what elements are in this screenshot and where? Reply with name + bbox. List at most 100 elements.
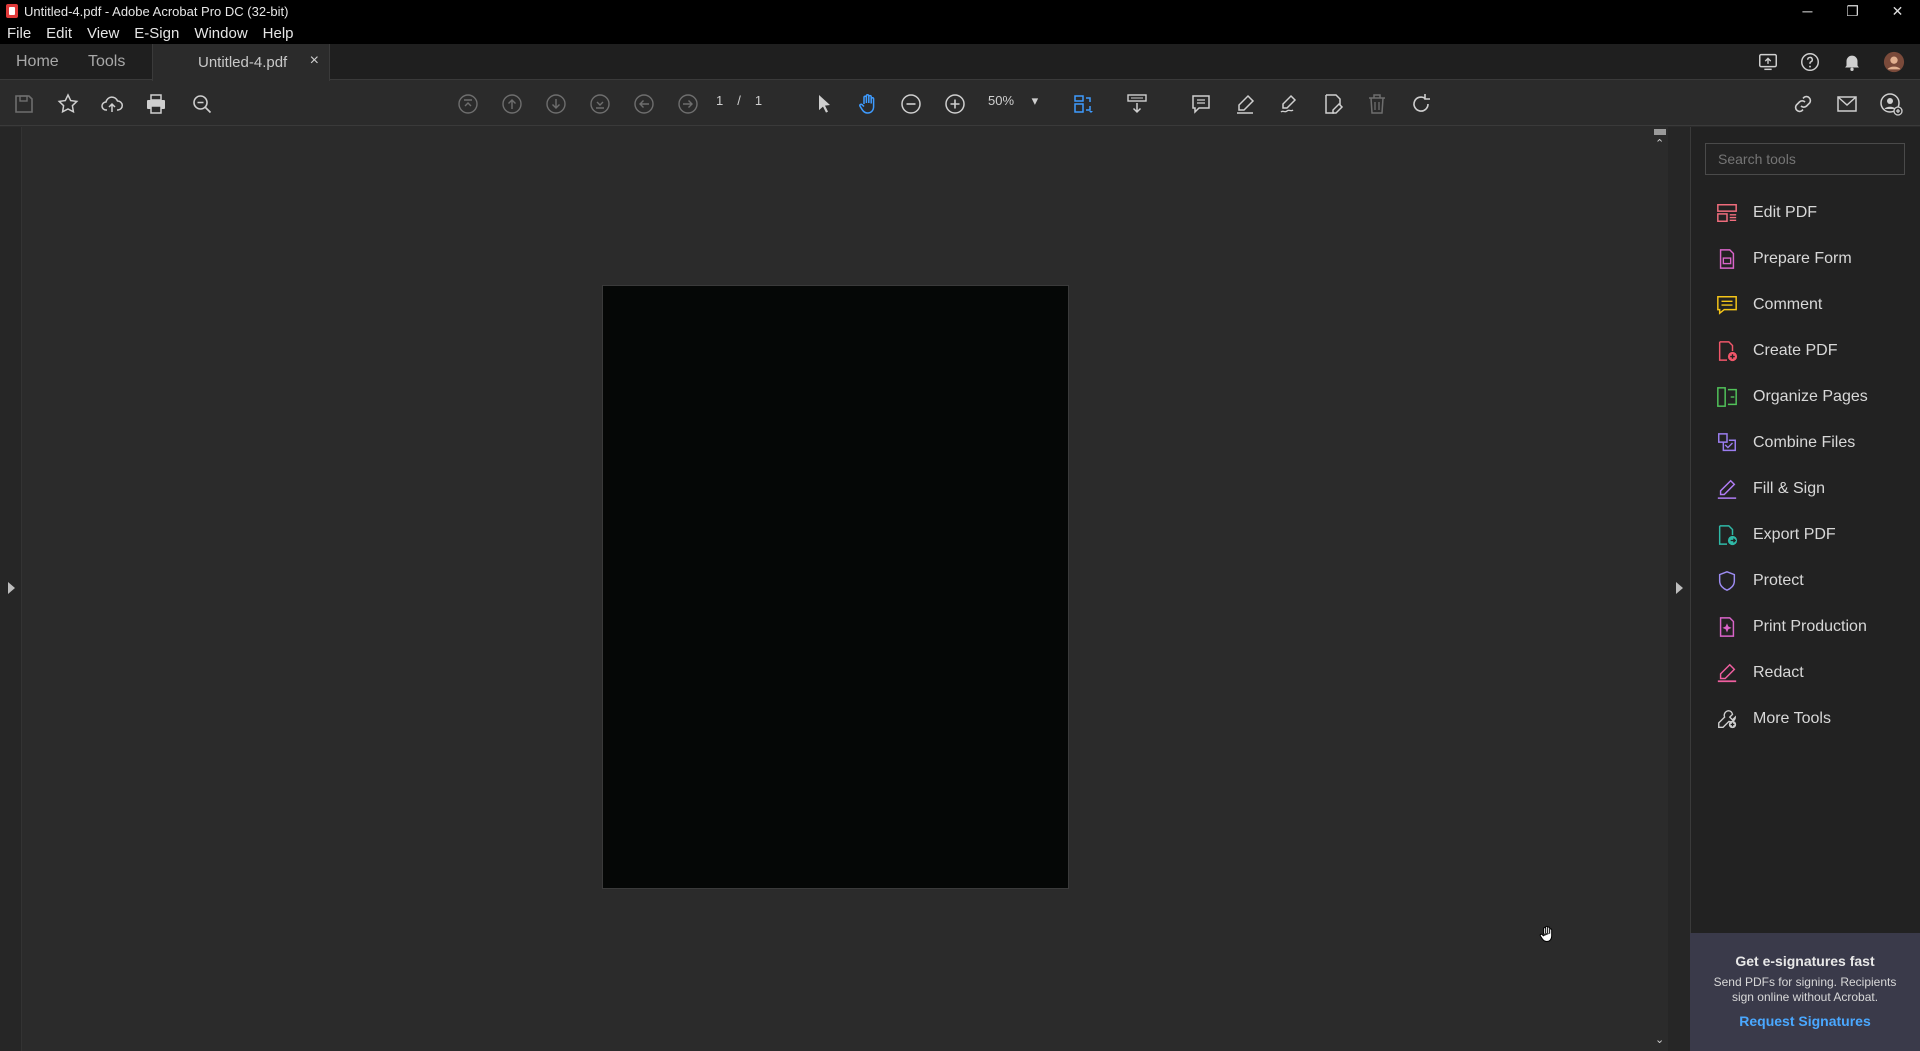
zoom-dropdown[interactable]: 50% ▾: [988, 93, 1048, 109]
tool-create-pdf[interactable]: Create PDF: [1715, 331, 1837, 371]
scroll-up-icon[interactable]: ⌃: [1655, 137, 1664, 150]
page-number-input[interactable]: 1: [716, 93, 723, 108]
zoom-out-icon[interactable]: [898, 91, 924, 117]
hand-tool-icon[interactable]: [855, 91, 881, 117]
upload-cloud-icon[interactable]: [99, 91, 125, 117]
email-icon[interactable]: [1834, 91, 1860, 117]
chevron-down-icon: ▾: [1031, 93, 1039, 108]
tab-tools[interactable]: Tools: [88, 44, 125, 80]
tool-label: Redact: [1753, 664, 1804, 681]
collapse-right-pane-icon[interactable]: [1676, 582, 1683, 594]
promo-heading: Get e-signatures fast: [1735, 953, 1875, 969]
more-tools-icon: [1715, 707, 1739, 731]
next-page-icon[interactable]: [543, 91, 569, 117]
notifications-bell-icon[interactable]: [1840, 50, 1864, 74]
tool-prepare-form[interactable]: Prepare Form: [1715, 239, 1852, 279]
tool-redact[interactable]: Redact: [1715, 653, 1804, 693]
find-zoom-icon[interactable]: [189, 91, 215, 117]
menu-file[interactable]: File: [0, 25, 39, 42]
scrollbar-thumb[interactable]: [1654, 129, 1666, 135]
expand-left-panel-icon[interactable]: [8, 582, 15, 594]
tool-protect[interactable]: Protect: [1715, 561, 1804, 601]
sign-document-icon[interactable]: [1320, 91, 1346, 117]
next-view-icon[interactable]: [675, 91, 701, 117]
tool-organize-pages[interactable]: Organize Pages: [1715, 377, 1868, 417]
zoom-in-icon[interactable]: [942, 91, 968, 117]
tool-label: Fill & Sign: [1753, 480, 1826, 497]
document-tab-label: Untitled-4.pdf: [198, 54, 288, 71]
close-window-button[interactable]: ✕: [1875, 0, 1920, 22]
protect-icon: [1715, 569, 1739, 593]
tool-combine-files[interactable]: Combine Files: [1715, 423, 1855, 463]
create-pdf-icon: [1715, 339, 1739, 363]
share-screen-icon[interactable]: [1756, 50, 1780, 74]
tool-label: Comment: [1753, 296, 1823, 313]
last-page-icon[interactable]: [587, 91, 613, 117]
window-title: Untitled-4.pdf - Adobe Acrobat Pro DC (3…: [24, 3, 289, 19]
tool-edit-pdf[interactable]: Edit PDF: [1715, 193, 1817, 233]
add-comment-icon[interactable]: [1188, 91, 1214, 117]
first-page-icon[interactable]: [455, 91, 481, 117]
select-cursor-icon[interactable]: [811, 91, 837, 117]
highlight-icon[interactable]: [1232, 91, 1258, 117]
menu-help[interactable]: Help: [256, 25, 302, 42]
tab-bar-right-icons: [1756, 44, 1906, 80]
bookmark-star-icon[interactable]: [55, 91, 81, 117]
help-icon[interactable]: [1798, 50, 1822, 74]
share-link-icon[interactable]: [1790, 91, 1816, 117]
close-tab-button[interactable]: ×: [310, 52, 319, 70]
tool-label: Export PDF: [1753, 526, 1836, 543]
tool-label: Prepare Form: [1753, 250, 1852, 267]
menu-view[interactable]: View: [80, 25, 127, 42]
tool-fill-sign[interactable]: Fill & Sign: [1715, 469, 1825, 509]
tab-home[interactable]: Home: [16, 44, 59, 80]
hand-cursor-icon: [1537, 924, 1557, 944]
redact-icon: [1715, 661, 1739, 685]
delete-trash-icon[interactable]: [1364, 91, 1390, 117]
esign-promo-panel: Get e-signatures fast Send PDFs for sign…: [1690, 933, 1920, 1051]
organize-pages-icon: [1715, 385, 1739, 409]
restore-button[interactable]: ❐: [1830, 0, 1875, 22]
tool-label: More Tools: [1753, 710, 1831, 727]
tool-label: Combine Files: [1753, 434, 1856, 451]
page-total: 1: [754, 93, 763, 108]
tool-comment[interactable]: Comment: [1715, 285, 1822, 325]
previous-view-icon[interactable]: [631, 91, 657, 117]
combine-files-icon: [1715, 431, 1739, 455]
add-user-icon[interactable]: [1878, 91, 1904, 117]
print-icon[interactable]: [143, 91, 169, 117]
menu-edit[interactable]: Edit: [39, 25, 80, 42]
print-production-icon: [1715, 615, 1739, 639]
menu-bar: File Edit View E-Sign Window Help: [0, 22, 1920, 44]
title-bar: Untitled-4.pdf - Adobe Acrobat Pro DC (3…: [0, 0, 1920, 22]
pdf-page[interactable]: [602, 285, 1069, 889]
zoom-value: 50%: [988, 93, 1015, 108]
tool-more-tools[interactable]: More Tools: [1715, 699, 1831, 739]
tab-document[interactable]: Untitled-4.pdf ×: [152, 44, 330, 81]
search-tools-input[interactable]: [1705, 143, 1905, 175]
prepare-form-icon: [1715, 247, 1739, 271]
tool-export-pdf[interactable]: Export PDF: [1715, 515, 1836, 555]
rotate-icon[interactable]: [1408, 91, 1434, 117]
previous-page-icon[interactable]: [499, 91, 525, 117]
right-pane-collapse-strip: [1668, 127, 1690, 1051]
save-icon[interactable]: [11, 91, 37, 117]
tool-label: Edit PDF: [1753, 204, 1818, 221]
request-signatures-link[interactable]: Request Signatures: [1690, 1013, 1920, 1029]
scroll-down-icon[interactable]: ⌄: [1655, 1033, 1664, 1046]
vertical-scrollbar[interactable]: ⌃ ⌄: [1652, 127, 1668, 1051]
main-toolbar: 1 / 1 50% ▾: [0, 81, 1920, 126]
user-avatar[interactable]: [1882, 50, 1906, 74]
draw-freeform-icon[interactable]: [1276, 91, 1302, 117]
fit-page-icon[interactable]: [1070, 91, 1096, 117]
menu-esign[interactable]: E-Sign: [127, 25, 187, 42]
page-separator: /: [737, 93, 741, 108]
tool-label: Print Production: [1753, 618, 1867, 635]
minimize-button[interactable]: ─: [1785, 0, 1830, 22]
tools-pane: Edit PDF Prepare Form Comment Create PDF…: [1690, 127, 1920, 1051]
tool-label: Protect: [1753, 572, 1804, 589]
menu-window[interactable]: Window: [187, 25, 255, 42]
fill-sign-icon: [1715, 477, 1739, 501]
scroll-mode-icon[interactable]: [1124, 91, 1150, 117]
tool-print-production[interactable]: Print Production: [1715, 607, 1867, 647]
